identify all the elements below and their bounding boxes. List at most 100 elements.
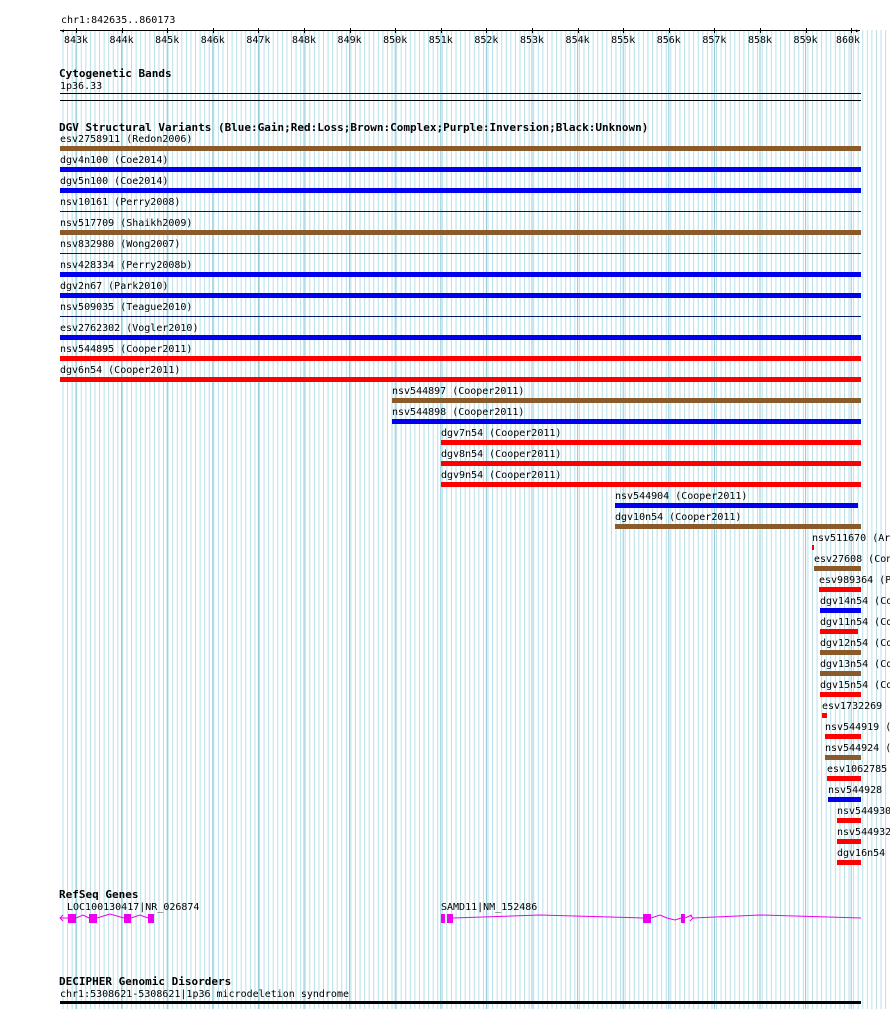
dgv-feature-bar[interactable] [60,356,861,361]
gene-intron-line [650,914,682,921]
ruler-tick-label: 859k [793,35,818,46]
dgv-feature-bar[interactable] [822,713,827,718]
dgv-feature-bar[interactable] [392,398,861,403]
dgv-feature-bar[interactable] [837,839,861,844]
dgv-feature-label[interactable]: nsv544924 ( [825,743,890,754]
dgv-feature-label[interactable]: nsv544897 (Cooper2011) [392,386,524,397]
track-title-cytogenetic-bands: Cytogenetic Bands [59,67,172,80]
dgv-feature-bar[interactable] [60,377,861,382]
dgv-feature-label[interactable]: dgv8n54 (Cooper2011) [441,449,561,460]
gene-exon [643,914,651,923]
dgv-feature-bar[interactable] [441,461,861,466]
dgv-feature-label[interactable]: nsv544919 ( [825,722,890,733]
dgv-feature-label[interactable]: dgv6n54 (Cooper2011) [60,365,180,376]
cytoband-label[interactable]: 1p36.33 [60,81,102,92]
dgv-feature-bar[interactable] [828,797,861,802]
dgv-feature-bar[interactable] [615,503,858,508]
dgv-feature-bar[interactable] [837,818,861,823]
dgv-feature-bar[interactable] [814,566,861,571]
dgv-feature-bar[interactable] [441,482,861,487]
ruler-tick-label: 856k [656,35,681,46]
dgv-feature-label[interactable]: nsv511670 (Ar [812,533,890,544]
ruler-tick [486,28,488,33]
dgv-feature-label[interactable]: nsv544904 (Cooper2011) [615,491,747,502]
dgv-feature-label[interactable]: dgv2n67 (Park2010) [60,281,168,292]
dgv-feature-bar[interactable] [820,692,861,697]
ruler-tick-label: 853k [519,35,545,46]
dgv-feature-bar[interactable] [615,524,861,529]
dgv-feature-label[interactable]: nsv544928 ( [828,785,890,796]
gene-exon [447,914,453,923]
dgv-feature-label[interactable]: esv2762302 (Vogler2010) [60,323,198,334]
dgv-feature-label[interactable]: dgv7n54 (Cooper2011) [441,428,561,439]
ruler-tick-label: 852k [474,35,499,46]
decipher-feature-bar[interactable] [60,1001,861,1004]
cytoband-bar[interactable] [60,93,861,94]
dgv-feature-bar[interactable] [60,167,861,172]
dgv-feature-label[interactable]: nsv832980 (Wong2007) [60,239,180,250]
dgv-feature-label[interactable]: dgv5n100 (Coe2014) [60,176,168,187]
dgv-feature-bar[interactable] [441,440,861,445]
gene-intron-line [452,914,644,919]
dgv-feature-bar[interactable] [837,860,861,865]
gene-model-samd11[interactable] [441,914,862,923]
dgv-feature-bar[interactable] [820,608,861,613]
dgv-feature-line[interactable] [60,316,861,317]
dgv-feature-label[interactable]: esv2758911 (Redon2006) [60,134,192,145]
dgv-feature-label[interactable]: esv989364 (P [819,575,890,586]
dgv-feature-label[interactable]: esv27608 (Con [814,554,890,565]
dgv-feature-bar[interactable] [60,272,861,277]
dgv-feature-label[interactable]: dgv12n54 (Co [820,638,890,649]
ruler-tick [668,28,670,33]
ruler-tick [258,28,260,33]
dgv-feature-label[interactable]: nsv509035 (Teague2010) [60,302,192,313]
dgv-feature-bar[interactable] [60,188,861,193]
dgv-feature-bar[interactable] [60,335,861,340]
gene-exon [681,914,685,923]
dgv-feature-label[interactable]: dgv16n54 [837,848,885,859]
dgv-feature-label[interactable]: nsv10161 (Perry2008) [60,197,180,208]
gene-exon [68,914,76,923]
ruler-tick [395,28,397,33]
dgv-feature-line[interactable] [60,253,861,254]
dgv-feature-label[interactable]: esv1062785 [827,764,887,775]
dgv-feature-label[interactable]: dgv15n54 (Co [820,680,890,691]
dgv-feature-bar[interactable] [819,587,861,592]
ruler-tick [440,28,442,33]
dgv-feature-label[interactable]: dgv14n54 (Co [820,596,890,607]
dgv-feature-bar[interactable] [825,734,861,739]
dgv-feature-bar[interactable] [820,650,861,655]
dgv-feature-label[interactable]: nsv517709 (Shaikh2009) [60,218,192,229]
gene-model-loc100130417[interactable] [59,913,154,923]
dgv-feature-bar[interactable] [812,545,814,550]
dgv-feature-bar[interactable] [820,629,858,634]
ruler-right-arrow-icon[interactable]: ▸ [855,26,860,35]
dgv-feature-bar[interactable] [60,230,861,235]
dgv-feature-bar[interactable] [392,419,861,424]
gene-models[interactable] [0,908,890,928]
dgv-feature-label[interactable]: nsv428334 (Perry2008b) [60,260,192,271]
dgv-feature-label[interactable]: esv1732269 ( [822,701,890,712]
ruler-left-arrow-icon[interactable]: ◂ [60,26,65,35]
dgv-feature-label[interactable]: dgv4n100 (Coe2014) [60,155,168,166]
dgv-feature-label[interactable]: nsv544930 [837,806,890,817]
ruler-tick-label: 860k [835,35,861,46]
ruler-tick-label: 858k [747,35,773,46]
dgv-feature-line[interactable] [60,211,861,212]
ruler-tick-label: 848k [291,35,317,46]
dgv-feature-bar[interactable] [825,755,861,760]
dgv-feature-bar[interactable] [827,776,861,781]
dgv-feature-label[interactable]: dgv13n54 (Co [820,659,890,670]
dgv-feature-bar[interactable] [60,293,861,298]
dgv-feature-label[interactable]: nsv544895 (Cooper2011) [60,344,192,355]
dgv-feature-bar[interactable] [820,671,861,676]
decipher-feature-label[interactable]: chr1:5308621-5308621|1p36 microdeletion … [60,989,349,1000]
track-title-dgv-structural-variants: DGV Structural Variants (Blue:Gain;Red:L… [59,121,649,134]
dgv-feature-label[interactable]: nsv544898 (Cooper2011) [392,407,524,418]
dgv-feature-bar[interactable] [60,146,861,151]
dgv-feature-label[interactable]: dgv9n54 (Cooper2011) [441,470,561,481]
ruler-tick-label: 851k [428,35,453,46]
dgv-feature-label[interactable]: nsv544932 [837,827,890,838]
dgv-feature-label[interactable]: dgv10n54 (Cooper2011) [615,512,741,523]
dgv-feature-label[interactable]: dgv11n54 (Co [820,617,890,628]
